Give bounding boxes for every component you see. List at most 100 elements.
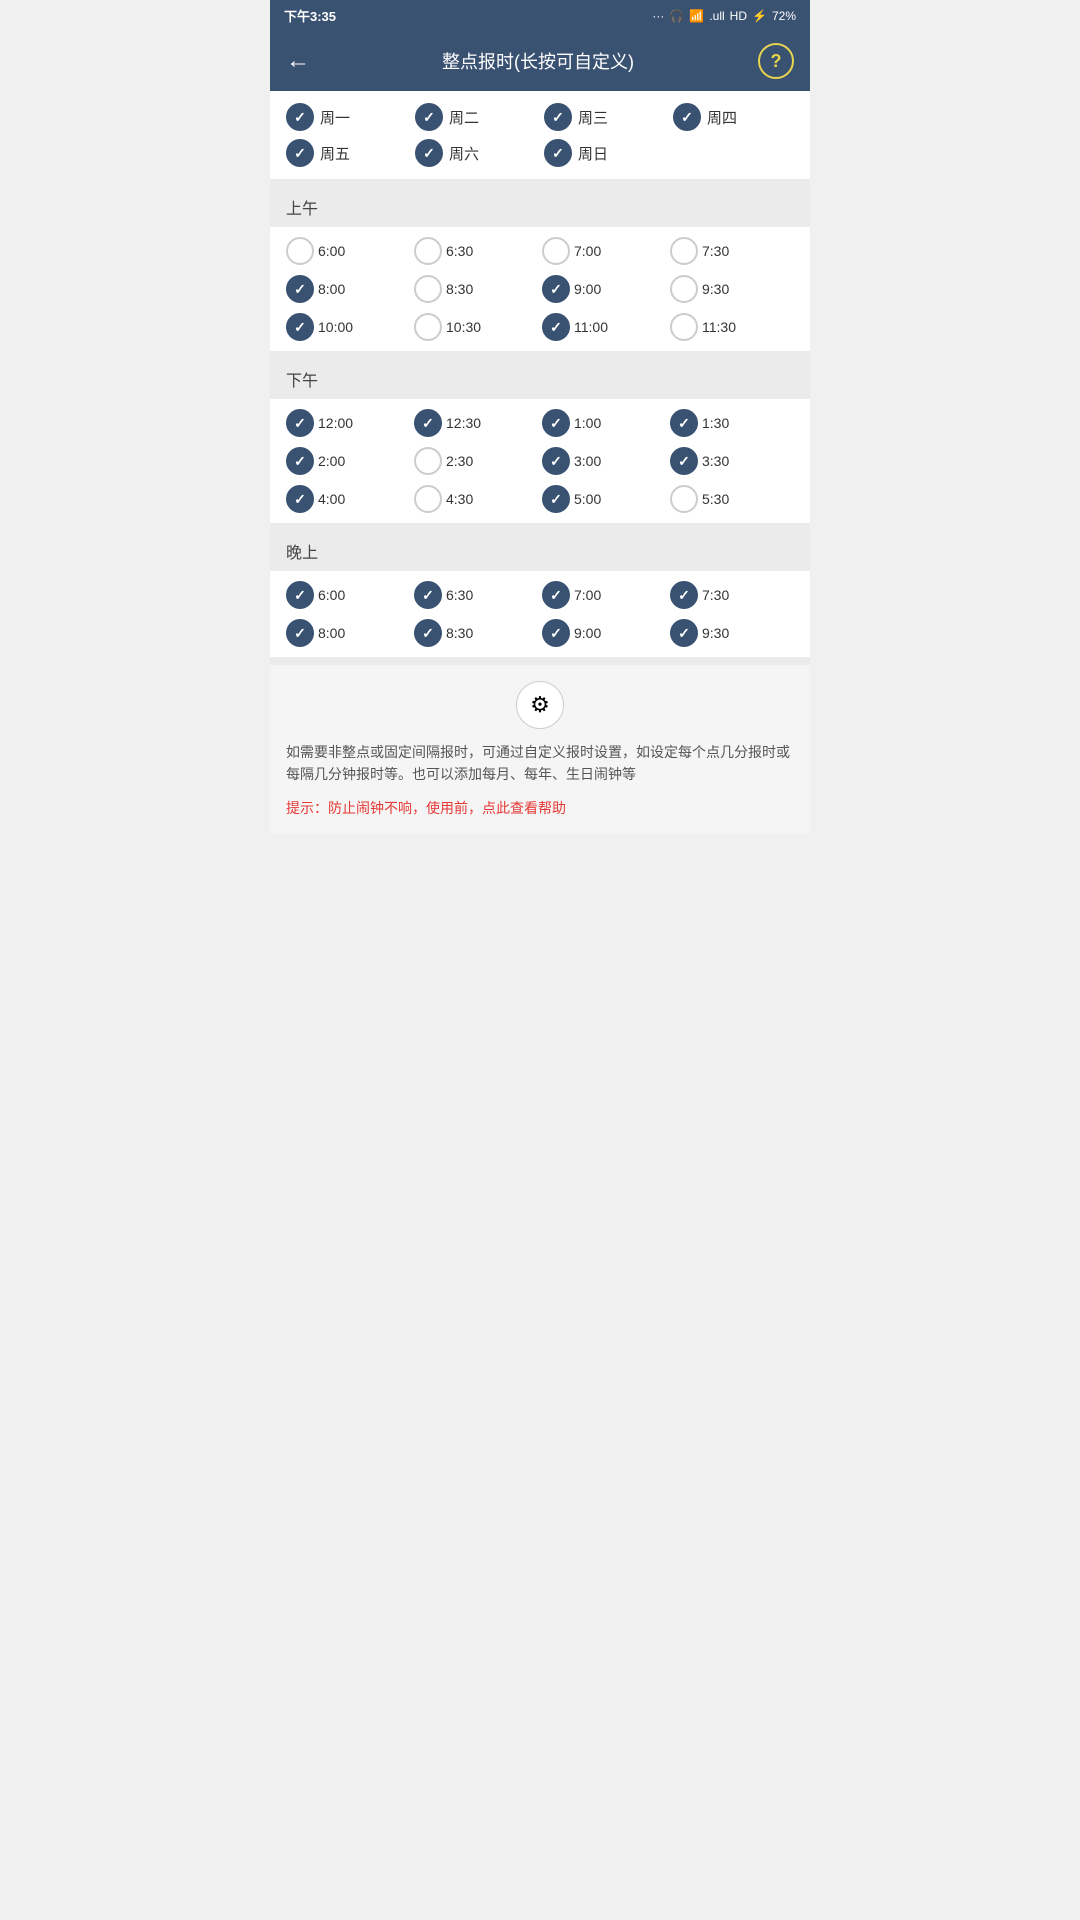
battery-label: 72% — [772, 9, 796, 23]
section-header-afternoon: 下午 — [270, 359, 810, 399]
time-label-t930: 9:30 — [702, 281, 729, 297]
time-item-t700[interactable]: 7:00 — [542, 237, 666, 265]
time-item-t800[interactable]: 8:00 — [286, 275, 410, 303]
time-checkbox-t400 — [286, 485, 314, 513]
signal-dots: ··· — [652, 9, 664, 23]
day-item-sat[interactable]: 周六 — [415, 139, 536, 167]
time-item-t600[interactable]: 6:00 — [286, 237, 410, 265]
day-checkbox-mon — [286, 103, 314, 131]
time-label-t430: 4:30 — [446, 491, 473, 507]
time-item-t1130[interactable]: 11:30 — [670, 313, 794, 341]
time-checkbox-t1230 — [414, 409, 442, 437]
day-label-mon: 周一 — [320, 107, 350, 128]
time-item-t830[interactable]: 8:30 — [414, 275, 538, 303]
time-checkbox-t430 — [414, 485, 442, 513]
time-grid-evening: 6:00 6:30 7:00 7:30 8:00 8:30 9:00 9:30 — [286, 581, 794, 647]
time-label-te600: 6:00 — [318, 587, 345, 603]
time-item-t1230[interactable]: 12:30 — [414, 409, 538, 437]
time-item-t430[interactable]: 4:30 — [414, 485, 538, 513]
time-item-t1200[interactable]: 12:00 — [286, 409, 410, 437]
time-item-t130[interactable]: 1:30 — [670, 409, 794, 437]
day-label-wed: 周三 — [578, 107, 608, 128]
time-checkbox-t100 — [542, 409, 570, 437]
time-item-te730[interactable]: 7:30 — [670, 581, 794, 609]
time-grid-afternoon: 12:00 12:30 1:00 1:30 2:00 2:30 3:00 3:3… — [286, 409, 794, 513]
time-item-te930[interactable]: 9:30 — [670, 619, 794, 647]
footer-tip[interactable]: 提示：防止闹钟不响，使用前，点此查看帮助 — [286, 798, 794, 818]
section-header-evening: 晚上 — [270, 531, 810, 571]
status-icons: ··· 🎧 📶 .ull HD ⚡ 72% — [652, 9, 796, 23]
time-item-t530[interactable]: 5:30 — [670, 485, 794, 513]
day-item-sun[interactable]: 周日 — [544, 139, 665, 167]
time-checkbox-te630 — [414, 581, 442, 609]
time-checkbox-t700 — [542, 237, 570, 265]
section-header-morning: 上午 — [270, 187, 810, 227]
day-item-mon[interactable]: 周一 — [286, 103, 407, 131]
time-item-te830[interactable]: 8:30 — [414, 619, 538, 647]
app-header: ← 整点报时(长按可自定义) ? — [270, 31, 810, 91]
time-checkbox-t930 — [670, 275, 698, 303]
time-checkbox-t530 — [670, 485, 698, 513]
time-item-t930[interactable]: 9:30 — [670, 275, 794, 303]
footer-section: ⚙ 如需要非整点或固定间隔报时，可通过自定义报时设置，如设定每个点几分报时或每隔… — [270, 665, 810, 834]
time-label-t300: 3:00 — [574, 453, 601, 469]
wifi-icon: 📶 — [689, 9, 704, 23]
time-checkbox-t900 — [542, 275, 570, 303]
day-item-thu[interactable]: 周四 — [673, 103, 794, 131]
time-item-t1030[interactable]: 10:30 — [414, 313, 538, 341]
time-item-te900[interactable]: 9:00 — [542, 619, 666, 647]
back-button[interactable]: ← — [286, 47, 318, 75]
time-item-te800[interactable]: 8:00 — [286, 619, 410, 647]
time-item-te600[interactable]: 6:00 — [286, 581, 410, 609]
time-item-t630[interactable]: 6:30 — [414, 237, 538, 265]
time-checkbox-te830 — [414, 619, 442, 647]
time-item-t1000[interactable]: 10:00 — [286, 313, 410, 341]
day-checkbox-sat — [415, 139, 443, 167]
time-item-t730[interactable]: 7:30 — [670, 237, 794, 265]
day-item-wed[interactable]: 周三 — [544, 103, 665, 131]
time-checkbox-t230 — [414, 447, 442, 475]
time-item-t230[interactable]: 2:30 — [414, 447, 538, 475]
day-item-fri[interactable]: 周五 — [286, 139, 407, 167]
settings-button[interactable]: ⚙ — [516, 681, 564, 729]
day-label-fri: 周五 — [320, 143, 350, 164]
day-label-sun: 周日 — [578, 143, 608, 164]
time-label-te830: 8:30 — [446, 625, 473, 641]
time-item-t100[interactable]: 1:00 — [542, 409, 666, 437]
time-checkbox-t300 — [542, 447, 570, 475]
time-item-t200[interactable]: 2:00 — [286, 447, 410, 475]
day-label-sat: 周六 — [449, 143, 479, 164]
time-label-t900: 9:00 — [574, 281, 601, 297]
days-grid: 周一 周二 周三 周四 周五 周六 周日 — [286, 103, 794, 167]
time-item-t900[interactable]: 9:00 — [542, 275, 666, 303]
time-item-te700[interactable]: 7:00 — [542, 581, 666, 609]
time-item-t500[interactable]: 5:00 — [542, 485, 666, 513]
time-label-t630: 6:30 — [446, 243, 473, 259]
divider-evening — [270, 657, 810, 665]
time-label-t830: 8:30 — [446, 281, 473, 297]
signal-icon: .ull — [709, 9, 724, 23]
charge-icon: ⚡ — [752, 9, 767, 23]
page-title: 整点报时(长按可自定义) — [318, 48, 758, 74]
time-checkbox-t1200 — [286, 409, 314, 437]
day-checkbox-wed — [544, 103, 572, 131]
help-button[interactable]: ? — [758, 43, 794, 79]
time-checkbox-te600 — [286, 581, 314, 609]
time-checkbox-t730 — [670, 237, 698, 265]
divider-afternoon — [270, 523, 810, 531]
time-label-t530: 5:30 — [702, 491, 729, 507]
time-item-t330[interactable]: 3:30 — [670, 447, 794, 475]
gear-icon: ⚙ — [530, 692, 550, 718]
time-checkbox-t600 — [286, 237, 314, 265]
time-item-t300[interactable]: 3:00 — [542, 447, 666, 475]
divider-1 — [270, 179, 810, 187]
hd-label: HD — [730, 9, 747, 23]
time-label-t230: 2:30 — [446, 453, 473, 469]
time-checkbox-t1000 — [286, 313, 314, 341]
time-checkbox-t1030 — [414, 313, 442, 341]
time-item-t1100[interactable]: 11:00 — [542, 313, 666, 341]
time-item-t400[interactable]: 4:00 — [286, 485, 410, 513]
time-item-te630[interactable]: 6:30 — [414, 581, 538, 609]
time-label-t1200: 12:00 — [318, 415, 353, 431]
day-item-tue[interactable]: 周二 — [415, 103, 536, 131]
